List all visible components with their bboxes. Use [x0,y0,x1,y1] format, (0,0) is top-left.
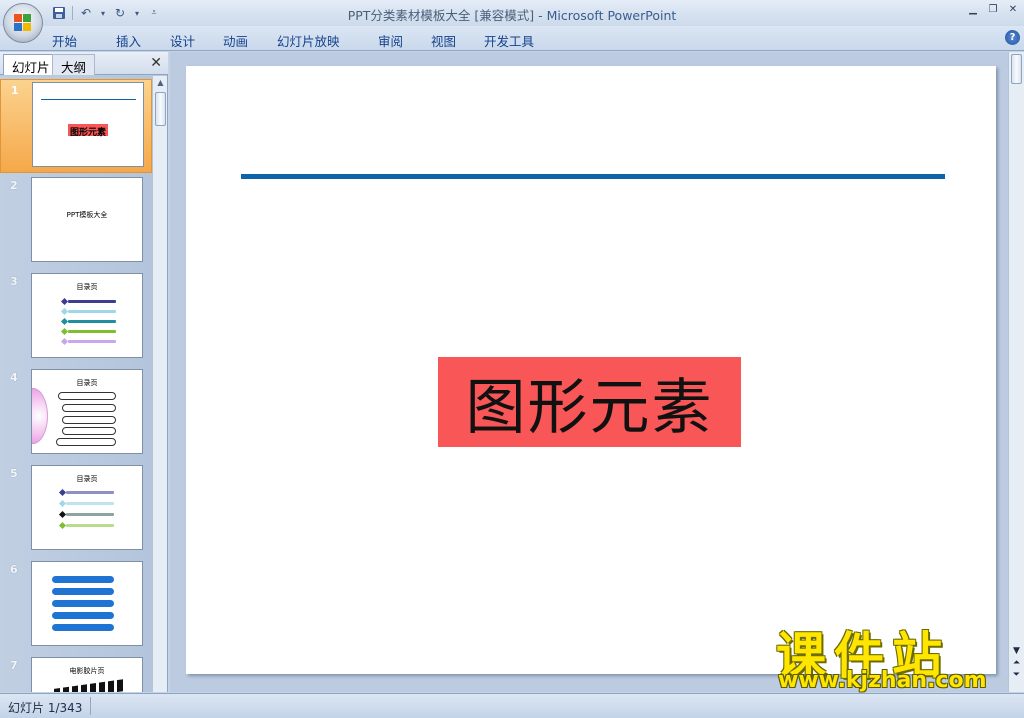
slide-thumbnail-7[interactable]: 7 电影胶片页 [0,655,152,692]
tab-review[interactable]: 审阅 [378,29,431,52]
thumbnail-preview [31,561,143,646]
window-title: PPT分类素材模板大全 [兼容模式] - Microsoft PowerPoin… [347,8,677,23]
previous-slide-icon[interactable]: ⏶ [1011,658,1022,669]
slide-thumbnail-3[interactable]: 3 目录页 [0,271,152,365]
thumbnail-preview: 目录页 [31,369,143,454]
office-logo-icon [14,14,32,32]
thumbnail-preview: 图形元素 [32,82,144,167]
tab-slideshow[interactable]: 幻灯片放映 [277,29,378,52]
ribbon-tab-bar: 开始 插入 设计 动画 幻灯片放映 审阅 视图 开发工具 ? [0,26,1024,51]
tab-view[interactable]: 视图 [431,29,484,52]
tab-insert[interactable]: 插入 [116,29,170,52]
tab-home[interactable]: 开始 [52,29,116,52]
scroll-thumb[interactable] [155,92,166,126]
tab-animation[interactable]: 动画 [223,29,277,52]
tab-developer[interactable]: 开发工具 [484,29,554,52]
thumbnail-preview: 电影胶片页 [31,657,143,692]
watermark-url: www.kjzhan.com [778,668,987,693]
tab-design[interactable]: 设计 [170,29,223,52]
app-title: Microsoft PowerPoint [546,8,677,23]
slide-thumbnail-2[interactable]: 2 PPT模板大全 [0,175,152,269]
slide-thumbnail-4[interactable]: 4 目录页 [0,367,152,461]
current-slide[interactable]: 图形元素 [186,66,996,674]
thumbnail-preview: 目录页 [31,465,143,550]
slide-editor: 图形元素 [170,52,1008,692]
scroll-thumb[interactable] [1011,54,1022,84]
thumbnail-preview: PPT模板大全 [31,177,143,262]
slide-indicator: 幻灯片 1/343 [8,701,83,715]
restore-icon[interactable]: ❐ [986,2,1000,16]
document-title: PPT分类素材模板大全 [兼容模式] [347,8,535,23]
slide-divider-line[interactable] [241,174,945,179]
scroll-up-icon[interactable]: ▲ [155,78,166,89]
slide-title-box[interactable]: 图形元素 [438,357,741,447]
minimize-icon[interactable]: ▁ [966,2,980,16]
pane-tabs: 幻灯片 大纲 ✕ [0,52,168,75]
next-slide-icon[interactable]: ⏷ [1011,670,1022,681]
slide-scrollbar[interactable]: ▼ ⏶ ⏷ [1008,52,1024,692]
slide-title: 图形元素 [465,372,714,443]
tab-outline[interactable]: 大纲 [52,54,96,75]
slides-pane: 幻灯片 大纲 ✕ 1 图形元素 2 PPT模板大全 3 目录页 4 目录页 5 … [0,52,168,692]
scroll-down-icon[interactable]: ▼ [1011,646,1022,657]
office-button[interactable] [3,3,43,43]
window-controls: ▁ ❐ ✕ [966,2,1020,16]
title-bar: ↶ ▾ ↻ ▾ ⩡ PPT分类素材模板大全 [兼容模式] - Microsoft… [0,0,1024,26]
thumbnail-preview: 目录页 [31,273,143,358]
ribbon-tabs: 开始 插入 设计 动画 幻灯片放映 审阅 视图 开发工具 [52,29,554,52]
slide-thumbnail-5[interactable]: 5 目录页 [0,463,152,557]
tab-slides[interactable]: 幻灯片 [3,54,59,75]
status-bar: 幻灯片 1/343 [0,693,1024,718]
thumbnail-scrollbar[interactable]: ▲ [152,76,167,692]
close-icon[interactable]: ✕ [1006,2,1020,16]
slide-thumbnail-6[interactable]: 6 [0,559,152,653]
slide-thumbnail-1[interactable]: 1 图形元素 [0,79,152,173]
slide-thumbnail-list: 1 图形元素 2 PPT模板大全 3 目录页 4 目录页 5 目录页 6 7 电… [0,76,152,692]
help-icon[interactable]: ? [1005,30,1020,45]
watermark-logo: 课件站 www.kjzhan.com [772,616,1008,696]
close-pane-icon[interactable]: ✕ [150,55,162,71]
